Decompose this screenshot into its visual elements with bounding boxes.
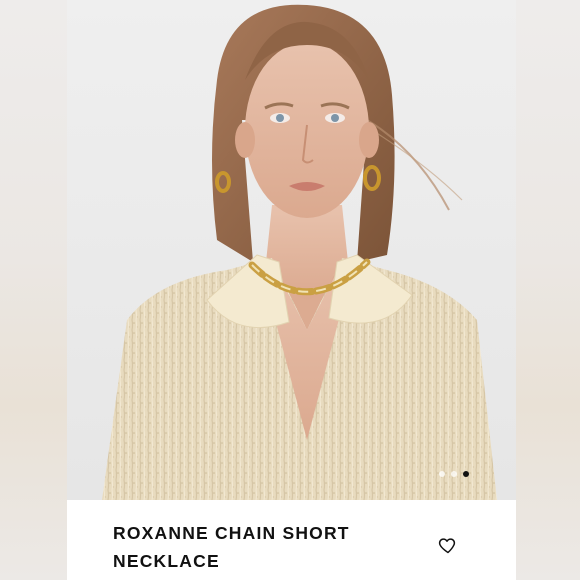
model-photo-illustration	[67, 0, 516, 500]
carousel-dot-active[interactable]	[463, 471, 469, 477]
carousel-dot[interactable]	[451, 471, 457, 477]
product-card[interactable]: ROXANNE CHAIN SHORT NECKLACE	[67, 0, 516, 580]
heart-outline-icon[interactable]	[438, 535, 458, 555]
carousel-indicator[interactable]	[439, 471, 469, 477]
product-info: ROXANNE CHAIN SHORT NECKLACE	[67, 500, 516, 580]
product-image[interactable]	[67, 0, 516, 500]
product-title: ROXANNE CHAIN SHORT NECKLACE	[113, 523, 350, 571]
carousel-dot[interactable]	[439, 471, 445, 477]
left-blurred-margin	[0, 0, 67, 580]
right-blurred-margin	[516, 0, 580, 580]
